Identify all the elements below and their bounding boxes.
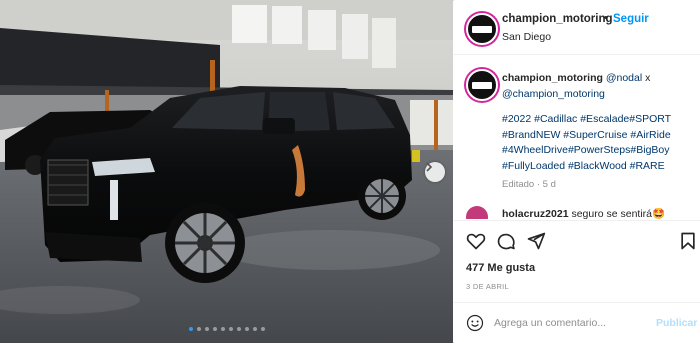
- heart-icon[interactable]: [466, 231, 486, 251]
- comment-username[interactable]: holacruz2021: [502, 208, 569, 219]
- carousel-dot: [244, 327, 249, 331]
- action-bar: [454, 220, 700, 261]
- post-side-panel: champion_motoring • Seguir San Diego cha…: [454, 0, 700, 343]
- post-photo[interactable]: [0, 0, 453, 343]
- likes-count[interactable]: 477 Me gusta: [466, 262, 535, 274]
- carousel-dot: [204, 327, 209, 331]
- avatar[interactable]: [466, 13, 498, 45]
- follow-button[interactable]: Seguir: [613, 13, 649, 25]
- publish-button[interactable]: Publicar: [656, 317, 697, 329]
- location-link[interactable]: San Diego: [502, 31, 551, 43]
- caption-avatar[interactable]: [466, 69, 498, 101]
- brand-logo: [472, 81, 492, 89]
- hashtags[interactable]: #2022 #Cadillac #Escalade#SPORT #BrandNE…: [502, 112, 692, 174]
- comment-input[interactable]: [494, 315, 644, 331]
- carousel-dot: [212, 327, 217, 331]
- carousel-dot: [220, 327, 225, 331]
- next-photo-button[interactable]: [425, 162, 445, 182]
- carousel-dot: [188, 327, 193, 331]
- comment-item: holacruz2021 seguro se sentirá🤩: [502, 207, 700, 219]
- car-photo-illustration: [0, 0, 453, 343]
- username[interactable]: champion_motoring: [502, 13, 613, 25]
- carousel-dots: [0, 327, 453, 331]
- share-icon[interactable]: [526, 231, 546, 251]
- carousel-dot: [228, 327, 233, 331]
- comment-box: Publicar: [454, 302, 700, 344]
- comment-icon[interactable]: [496, 231, 516, 251]
- separator-dot: •: [604, 12, 608, 24]
- chevron-right-icon: [426, 162, 433, 172]
- caption-username[interactable]: champion_motoring: [502, 72, 603, 84]
- post-header: champion_motoring • Seguir San Diego: [454, 0, 700, 55]
- carousel-dot: [260, 327, 265, 331]
- brand-logo: [472, 25, 492, 33]
- carousel-dot: [252, 327, 257, 331]
- commenter-avatar[interactable]: [466, 206, 488, 219]
- bookmark-icon[interactable]: [678, 231, 698, 251]
- post-date[interactable]: 3 DE ABRIL: [466, 282, 509, 291]
- carousel-dot: [236, 327, 241, 331]
- emoji-icon[interactable]: [466, 314, 484, 332]
- mention-link-2[interactable]: @champion_motoring: [502, 88, 605, 100]
- edited-label: Editado · 5 d: [502, 179, 556, 190]
- caption-text: champion_motoring @nodal x @champion_mot…: [502, 71, 692, 102]
- carousel-dot: [196, 327, 201, 331]
- comments-area[interactable]: champion_motoring @nodal x @champion_mot…: [454, 55, 700, 219]
- mention-link[interactable]: @nodal: [606, 72, 642, 84]
- caption-connector: x: [642, 72, 651, 84]
- comment-text: seguro se sentirá🤩: [571, 208, 666, 219]
